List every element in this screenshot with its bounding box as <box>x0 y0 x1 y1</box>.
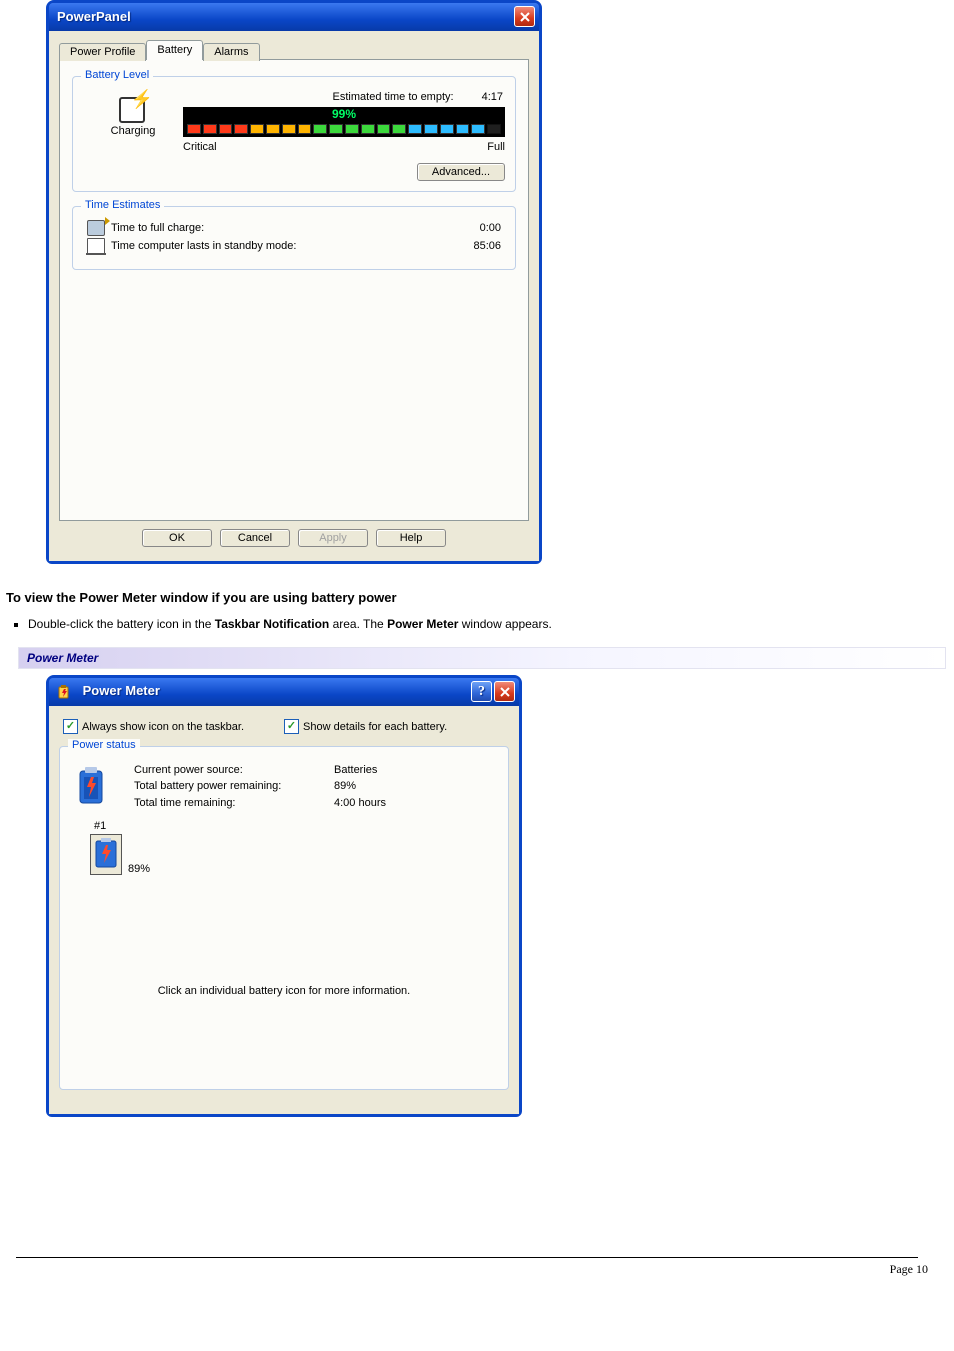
scale-full: Full <box>487 141 505 153</box>
cancel-button[interactable]: Cancel <box>220 529 290 547</box>
time-estimates-group: Time Estimates Time to full charge: 0:00… <box>72 206 516 270</box>
scale-critical: Critical <box>183 141 217 153</box>
chk-show-taskbar[interactable]: ✓ Always show icon on the taskbar. <box>63 719 244 734</box>
tab-battery[interactable]: Battery <box>146 40 203 60</box>
chk-show-details[interactable]: ✓ Show details for each battery. <box>284 719 447 734</box>
figure-caption: Power Meter <box>18 647 946 669</box>
checkbox-icon: ✓ <box>284 719 299 734</box>
chk-show-details-label: Show details for each battery. <box>303 721 447 733</box>
battery-level-group: Battery Level ⚡ Charging Estimated time … <box>72 76 516 192</box>
power-status-group: Power status Current power source: Batte… <box>59 746 509 1090</box>
ok-button[interactable]: OK <box>142 529 212 547</box>
battery-level-title: Battery Level <box>81 69 153 81</box>
battery-tab-panel: Battery Level ⚡ Charging Estimated time … <box>59 59 529 521</box>
ps-row2-label: Total battery power remaining: <box>134 780 334 792</box>
instruction-heading: To view the Power Meter window if you ar… <box>6 590 948 605</box>
powerpanel-window: PowerPanel Power Profile Battery Alarms … <box>46 0 542 564</box>
dialog-button-row: OK Cancel Apply Help <box>59 521 529 551</box>
powermeter-window: Power Meter ? ✓ Always show icon on the … <box>46 675 522 1117</box>
powermeter-titlebar: Power Meter ? <box>49 678 519 706</box>
battery-slot-percent: 89% <box>128 863 150 875</box>
ps-row2-value: 89% <box>334 780 454 792</box>
battery-slot-1[interactable]: #1 89% <box>70 810 498 875</box>
ps-row3-label: Total time remaining: <box>134 797 334 809</box>
tab-alarms[interactable]: Alarms <box>203 43 259 61</box>
charging-label: Charging <box>83 125 183 137</box>
tab-power-profile[interactable]: Power Profile <box>59 43 146 61</box>
battery-slot-icon <box>90 834 122 875</box>
help-icon[interactable]: ? <box>471 681 492 702</box>
ps-row1-label: Current power source: <box>134 764 334 776</box>
ps-row1-value: Batteries <box>334 764 454 776</box>
window-title: PowerPanel <box>57 9 131 24</box>
instr-bold-1: Taskbar Notification <box>215 617 329 631</box>
power-status-title: Power status <box>68 739 140 751</box>
instruction-list: Double-click the battery icon in the Tas… <box>6 615 948 633</box>
chk-show-taskbar-label: Always show icon on the taskbar. <box>82 721 244 733</box>
time-estimates-title: Time Estimates <box>81 199 164 211</box>
time-standby-label: Time computer lasts in standby mode: <box>111 240 296 252</box>
instr-bold-2: Power Meter <box>387 617 458 631</box>
powermeter-title: Power Meter <box>83 683 160 698</box>
checkbox-icon: ✓ <box>63 719 78 734</box>
laptop-icon <box>87 238 105 254</box>
page-number: Page 10 <box>890 1262 928 1276</box>
instr-text-1: Double-click the battery icon in the <box>28 617 215 631</box>
advanced-button[interactable]: Advanced... <box>417 163 505 181</box>
apply-button[interactable]: Apply <box>298 529 368 547</box>
time-full-charge-label: Time to full charge: <box>111 222 204 234</box>
instr-text-3: window appears. <box>458 617 551 631</box>
battery-percent: 99% <box>184 107 504 121</box>
plug-monitor-icon <box>87 220 105 236</box>
estimated-time-value: 4:17 <box>482 91 503 103</box>
estimated-time-label: Estimated time to empty: <box>333 91 454 103</box>
battery-slot-number: #1 <box>90 820 498 832</box>
close-icon[interactable] <box>494 681 515 702</box>
powerpanel-titlebar: PowerPanel <box>49 3 539 31</box>
time-standby-value: 85:06 <box>473 240 501 252</box>
powermeter-app-icon <box>57 684 73 700</box>
tab-strip: Power Profile Battery Alarms <box>59 40 529 60</box>
close-icon[interactable] <box>514 6 535 27</box>
battery-info-note: Click an individual battery icon for mor… <box>70 875 498 1007</box>
page-footer: Page 10 <box>6 1257 948 1277</box>
charging-battery-icon: ⚡ <box>113 89 153 121</box>
help-button[interactable]: Help <box>376 529 446 547</box>
time-full-charge-value: 0:00 <box>480 222 501 234</box>
instruction-item: Double-click the battery icon in the Tas… <box>28 615 948 633</box>
instr-text-2: area. The <box>329 617 387 631</box>
battery-large-icon <box>74 763 134 810</box>
ps-row3-value: 4:00 hours <box>334 797 454 809</box>
battery-gauge: 99% <box>183 107 505 137</box>
